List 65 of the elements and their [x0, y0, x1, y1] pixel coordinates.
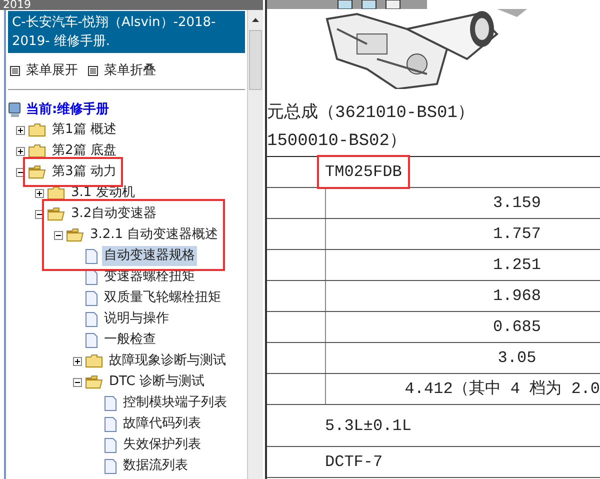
tree-item[interactable]: 第1篇 概述	[50, 120, 118, 140]
expand-icon[interactable]	[16, 146, 24, 156]
tree-item[interactable]: 数据流列表	[121, 456, 190, 476]
table-cell-text: 3.05	[496, 348, 538, 369]
collapse-icon[interactable]	[54, 230, 62, 240]
open-folder-icon	[28, 165, 46, 179]
document-text: 1500010-BS02）	[267, 131, 408, 153]
document-text: 元总成（3621010-BS01）	[267, 102, 476, 125]
tree-item[interactable]: 一般检查	[102, 330, 158, 350]
table-cell-text: TM025FDB	[325, 162, 402, 183]
table-cell-text: 4.412（其中 4 档为 2.0	[404, 378, 600, 400]
table-cell-text: 0.685	[492, 317, 542, 338]
table-cell-text: DCTF-7	[325, 452, 383, 473]
table-cell-text: 1.757	[492, 224, 542, 245]
page-icon	[85, 248, 98, 264]
manual-title-banner: C-长安汽车-悦翔（Alsvin）-2018-2019- 维修手册.	[8, 11, 245, 53]
page-icon	[104, 416, 117, 432]
page-icon	[104, 396, 117, 410]
expand-icon[interactable]	[34, 188, 44, 198]
toolbar-icon[interactable]	[361, 0, 377, 9]
computer-icon	[8, 102, 22, 118]
folder-icon	[47, 186, 65, 200]
window-title: 2019	[3, 0, 31, 11]
page-icon	[104, 438, 117, 452]
tree-item[interactable]: 3.2自动变速器	[69, 204, 159, 224]
collapse-icon[interactable]	[34, 210, 44, 218]
tree-item[interactable]: 失效保护列表	[121, 435, 203, 455]
toolbar-icon[interactable]	[385, 0, 401, 9]
current-location-label: 当前:维修手册	[26, 100, 110, 119]
tree-item[interactable]: 控制模块端子列表	[121, 393, 229, 413]
expand-icon[interactable]	[72, 356, 82, 366]
folder-icon	[28, 144, 46, 158]
tree-item[interactable]: 3.2.1 自动变速器概述	[88, 225, 220, 245]
tree-item[interactable]: 故障现象诊断与测试	[107, 351, 228, 371]
open-folder-icon	[85, 375, 103, 389]
list-icon	[10, 66, 20, 76]
open-folder-icon	[47, 207, 65, 221]
folder-icon	[85, 354, 103, 368]
table-cell-text: 1.251	[492, 255, 542, 276]
expand-icon[interactable]	[16, 126, 24, 134]
tree-item[interactable]: 说明与操作	[102, 309, 171, 329]
table-cell-text: 3.159	[492, 193, 542, 214]
scrollbar-thumb[interactable]	[249, 30, 262, 90]
toolbar-icon[interactable]	[337, 0, 353, 9]
tree-item[interactable]: 第2篇 底盘	[50, 141, 118, 161]
page-icon	[85, 290, 98, 306]
tree-item[interactable]: DTC 诊断与测试	[107, 372, 206, 392]
collapse-icon[interactable]	[72, 378, 82, 386]
scrollbar[interactable]	[247, 10, 263, 479]
tree-item[interactable]: 自动变速器规格	[102, 246, 197, 266]
page-icon	[85, 270, 98, 284]
page-icon	[104, 458, 117, 474]
tree-item[interactable]: 第3篇 动力	[50, 162, 118, 182]
collapse-icon[interactable]	[16, 168, 24, 176]
table-cell-text: 5.3L±0.1L	[325, 416, 412, 436]
page-icon	[85, 332, 98, 348]
tree-item[interactable]: 故障代码列表	[121, 414, 203, 434]
tree-item[interactable]: 双质量飞轮螺栓扭矩	[102, 288, 223, 308]
menu-toggle-button[interactable]: 菜单展开	[10, 61, 78, 80]
list-icon	[88, 66, 98, 76]
table-cell-text: 1.968	[492, 286, 542, 307]
page-icon	[85, 312, 98, 326]
folder-icon	[28, 123, 46, 137]
open-folder-icon	[66, 228, 84, 242]
menu-toggle-button[interactable]: 菜单折叠	[88, 61, 156, 80]
